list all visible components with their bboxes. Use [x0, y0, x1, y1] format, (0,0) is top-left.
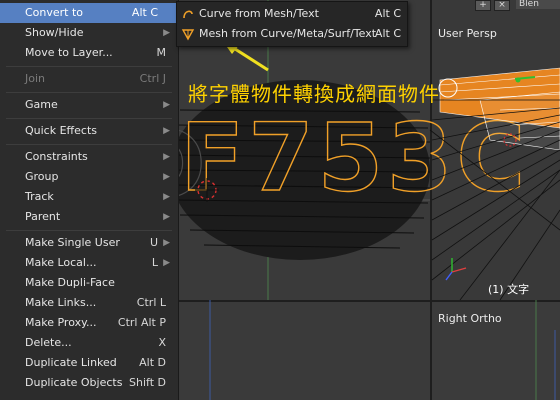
menu-item-parent[interactable]: Parent ▶	[0, 207, 178, 227]
submenu-item-mesh-from-curve[interactable]: Mesh from Curve/Meta/Surf/Text Alt C	[177, 24, 407, 44]
menu-item-shortcut: Ctrl L	[136, 296, 166, 309]
menu-item-label: Track	[25, 190, 54, 203]
menu-item-label: Show/Hide	[25, 26, 84, 39]
submenu-arrow-icon: ▶	[163, 172, 170, 182]
menu-item-track[interactable]: Track ▶	[0, 187, 178, 207]
menu-item-make-proxy[interactable]: Make Proxy... Ctrl Alt P	[0, 313, 178, 333]
menu-item-shortcut: Ctrl Alt P	[117, 316, 166, 329]
submenu-arrow-icon: ▶	[163, 238, 170, 248]
menu-item-show-hide[interactable]: Show/Hide ▶	[0, 23, 178, 43]
menu-item-shortcut: U	[149, 236, 158, 249]
menu-item-shortcut: Shift D	[129, 376, 166, 389]
menu-item-move-to-layer[interactable]: Move to Layer... M	[0, 43, 178, 63]
menu-item-label: Make Dupli-Face	[25, 276, 115, 289]
menu-separator	[6, 144, 172, 145]
menu-item-label: Game	[25, 98, 58, 111]
submenu-arrow-icon: ▶	[163, 212, 170, 222]
submenu-item-curve-from-mesh[interactable]: Curve from Mesh/Text Alt C	[177, 4, 407, 24]
menu-item-label: Parent	[25, 210, 61, 223]
header-buttons: + × Blen	[470, 0, 560, 11]
menu-item-make-single-user[interactable]: Make Single User U ▶	[0, 233, 178, 253]
menu-item-group[interactable]: Group ▶	[0, 167, 178, 187]
menu-separator	[6, 92, 172, 93]
submenu-item-label: Mesh from Curve/Meta/Surf/Text	[199, 27, 377, 40]
blender-window: .D F753C	[0, 0, 560, 400]
menu-item-convert-to[interactable]: Convert to Alt C	[0, 3, 178, 23]
menu-item-label: Group	[25, 170, 59, 183]
close-icon[interactable]: ×	[494, 0, 510, 11]
menu-item-shortcut: M	[156, 46, 167, 59]
menu-item-shortcut: Alt C	[131, 6, 158, 19]
submenu-arrow-icon: ▶	[163, 152, 170, 162]
menu-separator	[6, 118, 172, 119]
menu-item-make-links[interactable]: Make Links... Ctrl L	[0, 293, 178, 313]
menu-item-shortcut: X	[158, 336, 166, 349]
menu-item-duplicate-linked[interactable]: Duplicate Linked Alt D	[0, 353, 178, 373]
submenu-item-shortcut: Alt C	[374, 27, 401, 40]
menu-item-label: Convert to	[25, 6, 84, 19]
menu-item-game[interactable]: Game ▶	[0, 95, 178, 115]
menu-separator	[6, 230, 172, 231]
menu-item-duplicate-objects[interactable]: Duplicate Objects Shift D	[0, 373, 178, 393]
menu-item-label: Make Single User	[25, 236, 120, 249]
submenu-arrow-icon: ▶	[163, 258, 170, 268]
menu-item-label: Quick Effects	[25, 124, 97, 137]
menu-item-label: Delete...	[25, 336, 72, 349]
menu-item-label: Make Proxy...	[25, 316, 97, 329]
viewport-persp-label: User Persp	[438, 27, 497, 40]
frame-object-label: (1) 文字	[488, 283, 530, 296]
menu-item-make-dupli-face[interactable]: Make Dupli-Face	[0, 273, 178, 293]
mesh-icon	[181, 24, 195, 44]
menu-item-shortcut: Ctrl J	[139, 72, 166, 85]
viewport-ortho-label: Right Ortho	[438, 312, 502, 325]
menu-item-label: Duplicate Linked	[25, 356, 117, 369]
menu-item-make-local[interactable]: Make Local... L ▶	[0, 253, 178, 273]
convert-to-submenu: Curve from Mesh/Text Alt C Mesh from Cur…	[176, 1, 408, 47]
menu-item-shortcut: L	[151, 256, 158, 269]
menu-item-shortcut: Alt D	[139, 356, 166, 369]
menu-item-join: Join Ctrl J	[0, 69, 178, 89]
submenu-arrow-icon: ▶	[163, 28, 170, 38]
add-icon[interactable]: +	[475, 0, 491, 11]
menu-item-label: Move to Layer...	[25, 46, 113, 59]
menu-item-label: Duplicate Objects	[25, 376, 123, 389]
menu-item-constraints[interactable]: Constraints ▶	[0, 147, 178, 167]
menu-item-label: Make Links...	[25, 296, 97, 309]
submenu-item-shortcut: Alt C	[374, 7, 401, 20]
render-engine-dropdown[interactable]: Blen	[516, 0, 560, 9]
submenu-item-label: Curve from Mesh/Text	[199, 7, 319, 20]
annotation-text: 將字體物件轉換成網面物件	[188, 82, 440, 106]
menu-item-label: Join	[25, 72, 46, 85]
object-menu: Convert to Alt C Show/Hide ▶ Move to Lay…	[0, 0, 179, 400]
menu-item-quick-effects[interactable]: Quick Effects ▶	[0, 121, 178, 141]
menu-item-label: Constraints	[25, 150, 88, 163]
menu-item-label: Make Local...	[25, 256, 97, 269]
submenu-arrow-icon: ▶	[163, 126, 170, 136]
menu-item-delete[interactable]: Delete... X	[0, 333, 178, 353]
submenu-arrow-icon: ▶	[163, 100, 170, 110]
menu-separator	[6, 66, 172, 67]
curve-icon	[181, 4, 195, 24]
submenu-arrow-icon: ▶	[163, 192, 170, 202]
text-object-outline[interactable]: F753C	[179, 103, 529, 213]
